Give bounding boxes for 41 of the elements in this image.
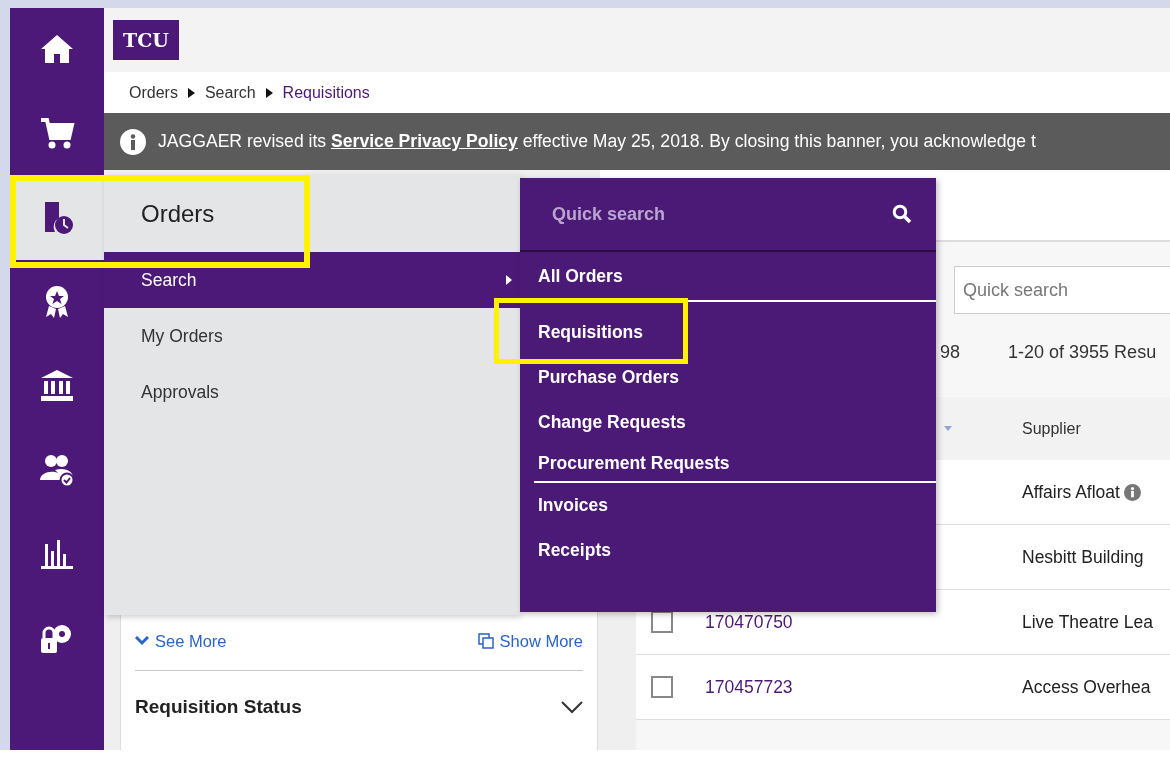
- menu-item[interactable]: My Orders: [104, 308, 520, 364]
- see-more-link[interactable]: See More: [135, 628, 227, 654]
- result-range: 1-20 of 3955 Resu: [1008, 340, 1157, 364]
- search-field[interactable]: Quick search: [954, 266, 1170, 314]
- table-cell-text: Live Theatre Lea: [1022, 610, 1154, 634]
- search-icon[interactable]: [892, 204, 912, 224]
- search-field[interactable]: Quick search: [550, 199, 892, 229]
- copy-icon: [477, 633, 494, 649]
- requisition-link[interactable]: 170470750: [705, 611, 793, 632]
- menu-item[interactable]: All Orders: [520, 252, 936, 300]
- row-checkbox[interactable]: [651, 676, 673, 698]
- table-cell-text: Access Overhea: [1022, 675, 1151, 699]
- menu-title: Orders: [141, 198, 215, 229]
- info-icon[interactable]: [1123, 483, 1141, 501]
- bank-icon: [39, 368, 75, 404]
- menu-item[interactable]: Search: [104, 252, 520, 308]
- chevron-down-icon: [135, 636, 149, 646]
- menu-item[interactable]: Purchase Orders: [520, 355, 936, 400]
- logo[interactable]: TCU: [113, 20, 179, 60]
- breadcrumb-link[interactable]: Search: [204, 80, 256, 105]
- show-more-link[interactable]: Show More: [477, 628, 583, 654]
- column-header[interactable]: Supplier: [1010, 416, 1170, 441]
- table-cell-text: Affairs Afloat: [1022, 480, 1120, 504]
- info-icon: [120, 128, 146, 155]
- row-checkbox[interactable]: [651, 611, 673, 633]
- caret-icon: [187, 87, 195, 98]
- menu-item[interactable]: Invoices: [520, 483, 936, 528]
- requisition-link[interactable]: 170457723: [705, 676, 793, 697]
- menu-item[interactable]: Approvals: [104, 364, 520, 420]
- caret-icon: [265, 87, 273, 98]
- users-check-icon: [39, 452, 75, 488]
- menu-item[interactable]: Receipts: [520, 528, 936, 573]
- menu-item[interactable]: Procurement Requests: [520, 445, 936, 481]
- table-cell-text: Nesbitt Building: [1022, 545, 1144, 569]
- breadcrumb-link[interactable]: Requisitions: [282, 80, 370, 105]
- breadcrumb-link[interactable]: Orders: [129, 80, 178, 105]
- banner-message: JAGGAER revised its Service Privacy Policy effective May 25, 2018. By closing this banner, you acknowledge t: [158, 130, 1036, 154]
- menu-item[interactable]: Requisitions: [520, 310, 936, 355]
- menu-item[interactable]: Change Requests: [520, 400, 936, 445]
- section-header[interactable]: Requisition Status: [135, 671, 583, 743]
- result-count: 98: [940, 340, 961, 364]
